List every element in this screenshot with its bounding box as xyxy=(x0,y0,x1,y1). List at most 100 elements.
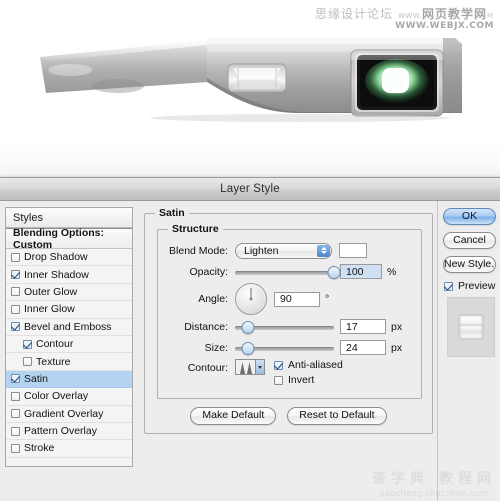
size-slider-thumb[interactable] xyxy=(241,341,255,355)
blend-mode-select[interactable]: Lighten xyxy=(235,242,332,259)
distance-value: 17 xyxy=(346,320,358,333)
checkbox-icon[interactable] xyxy=(11,374,20,384)
checkbox-icon[interactable] xyxy=(11,270,20,280)
styles-column: Styles Blending Options: Custom Drop Sha… xyxy=(0,201,136,501)
sidebar-item-inner-shadow[interactable]: Inner Shadow xyxy=(6,266,132,284)
opacity-slider[interactable] xyxy=(235,265,341,279)
invert-check-icon xyxy=(274,375,283,385)
ok-button[interactable]: OK xyxy=(443,208,496,225)
preview-checkbox[interactable]: Preview xyxy=(444,280,496,292)
satin-group: Satin Structure Blend Mode: Lighten Opac… xyxy=(144,207,433,434)
blend-mode-label: Blend Mode: xyxy=(169,244,228,257)
chevron-updown-icon xyxy=(317,244,330,257)
distance-slider[interactable] xyxy=(235,320,334,334)
sidebar-item-gradient-overlay[interactable]: Gradient Overlay xyxy=(6,405,132,423)
angle-label: Angle: xyxy=(198,293,228,305)
sidebar-item-label: Inner Shadow xyxy=(24,268,89,281)
blend-mode-row: Blend Mode: Lighten xyxy=(164,241,415,260)
blending-options-label: Blending Options: Custom xyxy=(13,226,104,251)
sidebar-item-label: Drop Shadow xyxy=(24,251,88,264)
dialog-actions: OK Cancel New Style... Preview xyxy=(437,201,500,501)
styles-header-label: Styles xyxy=(13,211,43,224)
blend-mode-value: Lighten xyxy=(244,244,279,257)
styles-rows: Drop Shadow Inner Shadow Outer Glow Inner G… xyxy=(6,249,132,458)
distance-unit: px xyxy=(391,320,403,333)
checkbox-icon[interactable] xyxy=(23,339,32,349)
checkbox-icon[interactable] xyxy=(23,357,32,367)
opacity-row: Opacity: 100 % xyxy=(164,262,415,281)
size-input[interactable]: 24 xyxy=(340,340,386,355)
contour-preset-picker[interactable] xyxy=(235,359,265,375)
distance-slider-thumb[interactable] xyxy=(241,320,255,334)
size-label: Size: xyxy=(204,341,228,354)
preview-thumbnail xyxy=(458,314,484,340)
checkbox-icon[interactable] xyxy=(11,391,20,401)
satin-group-title: Satin xyxy=(159,207,185,219)
cancel-button[interactable]: Cancel xyxy=(443,232,496,249)
opacity-input[interactable]: 100 xyxy=(340,264,382,279)
sidebar-item-label: Pattern Overlay xyxy=(24,425,97,438)
checkbox-icon[interactable] xyxy=(11,287,20,297)
new-style-button[interactable]: New Style... xyxy=(443,256,496,273)
angle-dial[interactable] xyxy=(235,283,267,315)
structure-group: Structure Blend Mode: Lighten Opacity: 1… xyxy=(157,223,422,399)
size-slider[interactable] xyxy=(235,341,334,355)
dialog-title: Layer Style xyxy=(220,183,280,195)
invert-checkbox[interactable]: Invert xyxy=(274,374,343,386)
opacity-label: Opacity: xyxy=(189,265,228,278)
contour-row: Contour: Anti-aliased Invert xyxy=(164,359,415,389)
opacity-slider-track xyxy=(235,270,334,275)
sidebar-item-blending-options[interactable]: Blending Options: Custom xyxy=(6,226,132,251)
distance-label: Distance: xyxy=(184,320,228,333)
sidebar-item-label: Texture xyxy=(36,355,71,368)
sidebar-item-inner-glow[interactable]: Inner Glow xyxy=(6,301,132,319)
sidebar-item-bevel-and-emboss[interactable]: Bevel and Emboss xyxy=(6,318,132,336)
size-row: Size: 24 px xyxy=(164,338,415,357)
sidebar-item-label: Inner Glow xyxy=(24,303,75,316)
sidebar-item-pattern-overlay[interactable]: Pattern Overlay xyxy=(6,422,132,441)
angle-input[interactable]: 90 xyxy=(274,291,320,307)
sidebar-item-stroke[interactable]: Stroke xyxy=(6,440,132,458)
checkbox-icon[interactable] xyxy=(11,322,20,332)
styles-list-header[interactable]: Styles xyxy=(6,208,132,228)
checkbox-icon[interactable] xyxy=(11,409,20,419)
sidebar-item-satin[interactable]: Satin xyxy=(6,370,132,389)
layer-style-dialog: Layer Style Styles Blending Options: Cus… xyxy=(0,177,500,501)
contour-label: Contour: xyxy=(187,362,228,374)
sidebar-item-label: Stroke xyxy=(24,442,55,455)
preview-pane xyxy=(447,297,495,357)
checkbox-icon[interactable] xyxy=(11,426,20,436)
sidebar-item-label: Color Overlay xyxy=(24,390,89,403)
sidebar-item-drop-shadow[interactable]: Drop Shadow xyxy=(6,249,132,267)
distance-input[interactable]: 17 xyxy=(340,319,386,334)
opacity-slider-thumb[interactable] xyxy=(327,265,341,279)
sidebar-item-label: Outer Glow xyxy=(24,285,78,298)
anti-aliased-label: Anti-aliased xyxy=(288,359,343,371)
anti-aliased-check-icon xyxy=(274,360,283,370)
checkbox-icon[interactable] xyxy=(11,252,20,262)
anti-aliased-checkbox[interactable]: Anti-aliased xyxy=(274,359,343,371)
angle-dial-hub xyxy=(249,297,253,301)
default-buttons-row: Make Default Reset to Default xyxy=(151,407,426,425)
sidebar-item-texture[interactable]: Texture xyxy=(6,353,132,371)
sidebar-item-color-overlay[interactable]: Color Overlay xyxy=(6,388,132,406)
sidebar-item-label: Satin xyxy=(24,372,48,385)
angle-unit: ° xyxy=(325,293,330,305)
device-illustration xyxy=(40,38,462,122)
checkbox-icon[interactable] xyxy=(11,304,20,314)
angle-row: Angle: 90 ° xyxy=(164,283,415,315)
reset-to-default-button[interactable]: Reset to Default xyxy=(287,407,387,425)
sidebar-item-contour[interactable]: Contour xyxy=(6,335,132,354)
size-value: 24 xyxy=(346,341,358,354)
sidebar-item-label: Gradient Overlay xyxy=(24,407,104,420)
make-default-button[interactable]: Make Default xyxy=(190,407,277,425)
dialog-titlebar[interactable]: Layer Style xyxy=(0,178,500,201)
preview-check-icon xyxy=(444,281,453,291)
blend-color-swatch[interactable] xyxy=(339,243,367,258)
checkbox-icon[interactable] xyxy=(11,443,20,453)
device-lens xyxy=(350,49,444,117)
distance-row: Distance: 17 px xyxy=(164,317,415,336)
invert-label: Invert xyxy=(288,374,315,386)
device-grille xyxy=(227,63,287,93)
sidebar-item-outer-glow[interactable]: Outer Glow xyxy=(6,283,132,302)
